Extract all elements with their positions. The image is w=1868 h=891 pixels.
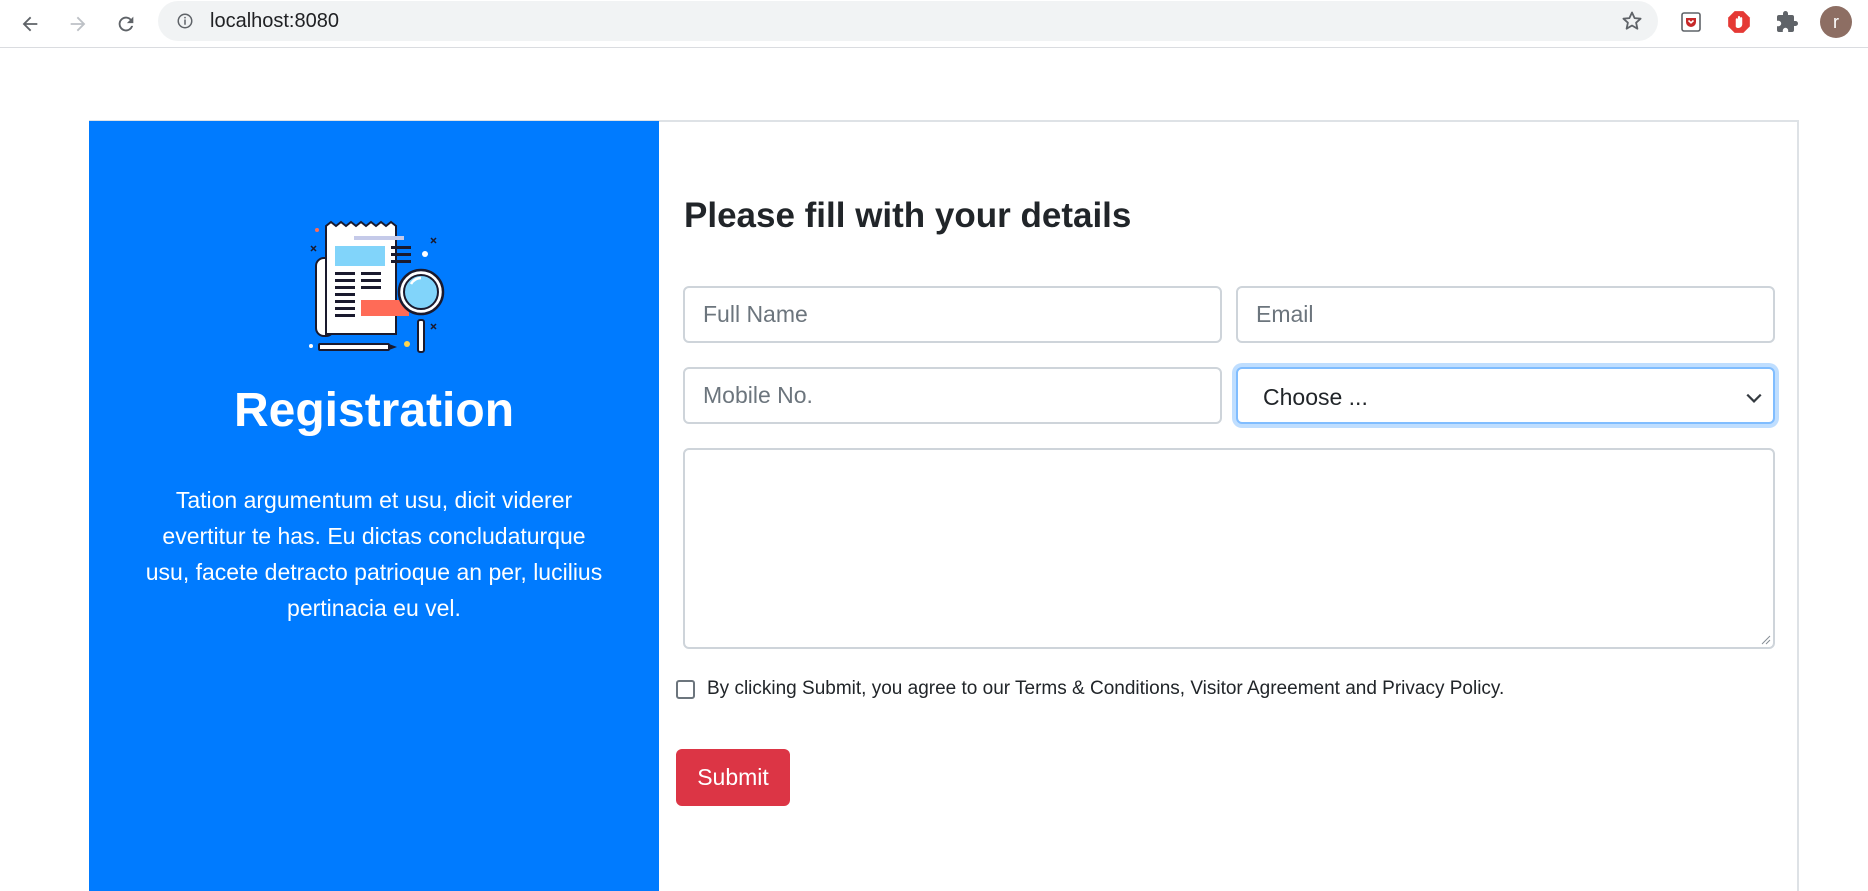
category-select[interactable]: Choose ... xyxy=(1236,367,1775,424)
mobile-input[interactable] xyxy=(683,367,1222,424)
resize-grip-icon[interactable] xyxy=(1759,633,1771,645)
agree-label[interactable]: By clicking Submit, you agree to our Ter… xyxy=(707,678,1504,700)
url-text[interactable]: localhost:8080 xyxy=(210,10,339,33)
extensions-button[interactable] xyxy=(1773,8,1801,36)
site-info-icon[interactable] xyxy=(176,12,194,30)
form-heading: Please fill with your details xyxy=(684,196,1132,235)
forward-arrow-icon xyxy=(70,16,86,32)
select-value: Choose ... xyxy=(1263,384,1368,410)
agree-checkbox[interactable] xyxy=(676,679,695,699)
adblock-extension-icon xyxy=(1728,11,1750,33)
registration-description: Tation argumentum et usu, dicit viderer … xyxy=(145,487,603,621)
chevron-down-icon xyxy=(1746,393,1762,403)
forward-button[interactable] xyxy=(58,4,98,44)
full-name-input[interactable] xyxy=(683,286,1222,343)
reload-button[interactable] xyxy=(106,4,146,44)
bookmark-star-icon[interactable] xyxy=(1620,9,1644,33)
registration-title: Registration xyxy=(233,384,515,437)
message-textarea[interactable] xyxy=(683,448,1775,649)
adblock-extension-button[interactable] xyxy=(1725,8,1753,36)
browser-toolbar: localhost:8080 r xyxy=(0,0,1868,48)
email-input[interactable] xyxy=(1236,286,1775,343)
address-bar[interactable]: localhost:8080 xyxy=(158,1,1658,41)
pocket-extension-button[interactable] xyxy=(1677,8,1705,36)
back-arrow-icon xyxy=(22,16,38,32)
registration-panel: Registration Tation argumentum et usu, d… xyxy=(89,121,659,891)
newspaper-magnifier-illustration xyxy=(309,220,445,353)
reload-icon xyxy=(118,16,134,32)
submit-button[interactable]: Submit xyxy=(676,749,790,806)
pocket-extension-icon xyxy=(1681,12,1701,32)
agree-row: By clicking Submit, you agree to our Ter… xyxy=(676,678,1504,700)
extensions-puzzle-icon xyxy=(1777,11,1798,32)
back-button[interactable] xyxy=(10,4,50,44)
profile-avatar[interactable]: r xyxy=(1820,6,1852,38)
